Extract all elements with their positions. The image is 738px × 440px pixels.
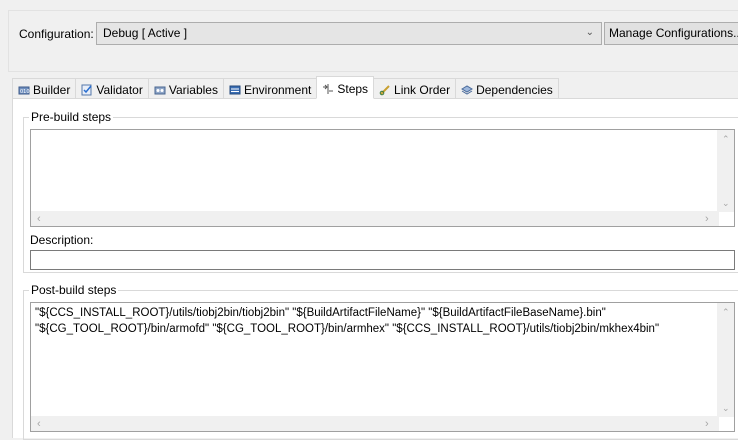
tab-dependencies[interactable]: Dependencies (455, 78, 559, 99)
configuration-select[interactable]: Debug [ Active ] ⌄ (96, 22, 602, 45)
steps-tab-content: Pre-build steps ⌃ ⌄ ‹ › Description: Pos… (12, 98, 738, 440)
tab-label: Environment (243, 82, 312, 97)
variables-icon (154, 84, 166, 96)
configuration-selected-value: Debug [ Active ] (103, 26, 188, 40)
scroll-down-icon[interactable]: ⌄ (722, 196, 730, 210)
vertical-scrollbar[interactable]: ⌃ ⌄ (717, 130, 734, 212)
tab-bar: 010 Builder Validator Variables Environm… (12, 76, 559, 99)
pre-build-group: Pre-build steps ⌃ ⌄ ‹ › Description: (23, 110, 738, 273)
post-build-command-line: "${CG_TOOL_ROOT}/bin/armofd" "${CG_TOOL_… (35, 323, 660, 335)
tab-steps[interactable]: Steps (316, 76, 375, 99)
scroll-right-icon[interactable]: › (705, 417, 709, 431)
tab-label: Steps (337, 81, 369, 96)
tab-variables[interactable]: Variables (147, 78, 224, 99)
horizontal-scrollbar[interactable]: ‹ › (31, 416, 719, 431)
description-input[interactable] (30, 250, 735, 270)
chevron-down-icon: ⌄ (585, 27, 594, 38)
validator-icon (81, 84, 93, 96)
manage-configurations-button[interactable]: Manage Configurations... (604, 22, 738, 45)
vertical-scrollbar[interactable]: ⌃ ⌄ (717, 303, 734, 417)
tab-label: Builder (33, 82, 71, 97)
dependencies-icon (461, 84, 474, 96)
tab-link-order[interactable]: Link Order (373, 78, 457, 99)
svg-text:010: 010 (20, 89, 30, 95)
environment-icon (229, 84, 241, 96)
post-build-commands-textarea[interactable]: "${CCS_INSTALL_ROOT}/utils/tiobj2bin/tio… (30, 302, 735, 432)
tab-label: Validator (96, 82, 143, 97)
post-build-title: Post-build steps (29, 283, 119, 297)
scroll-left-icon[interactable]: ‹ (37, 212, 41, 226)
scroll-up-icon[interactable]: ⌃ (722, 305, 730, 319)
tab-builder[interactable]: 010 Builder (12, 78, 77, 99)
post-build-command-line: "${CCS_INSTALL_ROOT}/utils/tiobj2bin/tio… (35, 307, 606, 319)
scroll-left-icon[interactable]: ‹ (37, 417, 41, 431)
configuration-label: Configuration: (19, 27, 94, 41)
link-order-icon (379, 84, 391, 96)
pre-build-title: Pre-build steps (29, 110, 114, 124)
steps-icon (322, 83, 334, 95)
description-label: Description: (30, 233, 94, 247)
scroll-right-icon[interactable]: › (705, 212, 709, 226)
tab-label: Link Order (394, 82, 451, 97)
tab-environment[interactable]: Environment (222, 78, 318, 99)
tab-label: Variables (168, 82, 218, 97)
tab-label: Dependencies (476, 82, 553, 97)
builder-icon: 010 (18, 84, 30, 96)
tab-validator[interactable]: Validator (75, 78, 149, 99)
scroll-down-icon[interactable]: ⌄ (722, 401, 730, 415)
scroll-up-icon[interactable]: ⌃ (722, 132, 730, 146)
pre-build-commands-textarea[interactable]: ⌃ ⌄ ‹ › (30, 129, 735, 227)
horizontal-scrollbar[interactable]: ‹ › (31, 211, 719, 226)
post-build-group: Post-build steps "${CCS_INSTALL_ROOT}/ut… (23, 283, 738, 440)
